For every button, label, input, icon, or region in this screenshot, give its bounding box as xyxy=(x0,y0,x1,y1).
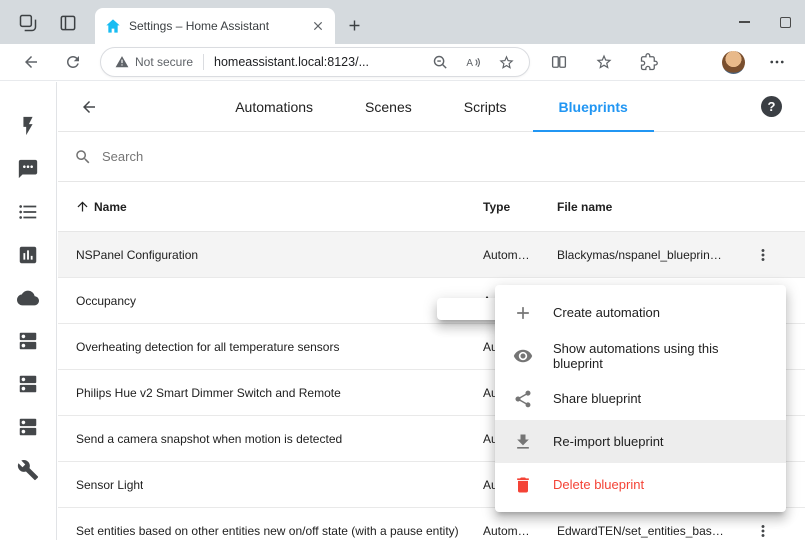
menu-item-delete-blueprint[interactable]: Delete blueprint xyxy=(495,463,786,506)
sidebar-server-icon-3[interactable] xyxy=(17,416,39,438)
sidebar-server-icon-1[interactable] xyxy=(17,330,39,352)
sidebar-list-icon[interactable] xyxy=(17,201,39,223)
browser-window: Settings – Home Assistant Not secure ho xyxy=(0,0,805,540)
sidebar-chat-icon[interactable] xyxy=(17,158,39,180)
sidebar-energy-icon[interactable] xyxy=(17,115,39,137)
row-file: Blackymas/nspanel_blueprin… xyxy=(557,248,722,262)
tab-close-icon[interactable] xyxy=(311,19,325,33)
browser-toolbar: Not secure homeassistant.local:8123/... … xyxy=(0,44,805,81)
sidebar-server-icon-2[interactable] xyxy=(17,373,39,395)
row-name: Send a camera snapshot when motion is de… xyxy=(76,432,342,446)
menu-item-show-automations[interactable]: Show automations using this blueprint xyxy=(495,334,786,377)
row-name: Sensor Light xyxy=(76,478,143,492)
security-label[interactable]: Not secure xyxy=(135,55,193,69)
svg-text:A: A xyxy=(466,58,473,69)
not-secure-warning-icon xyxy=(115,55,129,69)
url-text[interactable]: homeassistant.local:8123/... xyxy=(214,55,416,69)
column-header-type[interactable]: Type xyxy=(483,200,510,214)
address-divider xyxy=(203,54,204,70)
row-type: Autom… xyxy=(483,248,530,262)
tab-blueprints[interactable]: Blueprints xyxy=(533,82,654,132)
row-name: Occupancy xyxy=(76,294,136,308)
table-row[interactable]: Set entities based on other entities new… xyxy=(58,508,805,540)
tab-actions-icon[interactable] xyxy=(58,13,78,33)
download-icon xyxy=(513,432,533,452)
tab-automations[interactable]: Automations xyxy=(209,82,339,132)
menu-item-label: Show automations using this blueprint xyxy=(553,341,768,371)
menu-item-share-blueprint[interactable]: Share blueprint xyxy=(495,377,786,420)
window-controls xyxy=(739,0,791,44)
sidebar-history-chart-icon[interactable] xyxy=(17,244,39,266)
menu-item-reimport-blueprint[interactable]: Re-import blueprint xyxy=(495,420,786,463)
row-name: Overheating detection for all temperatur… xyxy=(76,340,339,354)
eye-icon xyxy=(513,346,533,366)
row-overflow-menu-icon[interactable] xyxy=(754,246,772,264)
address-bar[interactable]: Not secure homeassistant.local:8123/... … xyxy=(100,47,530,77)
refresh-icon[interactable] xyxy=(64,53,82,71)
trash-icon xyxy=(513,475,533,495)
blueprint-context-menu: Create automation Show automations using… xyxy=(495,285,786,512)
browser-tab[interactable]: Settings – Home Assistant xyxy=(95,8,335,44)
sidebar-cloud-icon[interactable] xyxy=(17,287,39,309)
favorite-star-icon[interactable] xyxy=(498,54,515,71)
home-assistant-favicon xyxy=(105,18,121,34)
search-bar[interactable]: Search xyxy=(58,132,805,182)
tab-scripts[interactable]: Scripts xyxy=(438,82,533,132)
extensions-puzzle-icon[interactable] xyxy=(640,53,658,71)
help-icon[interactable]: ? xyxy=(761,96,782,117)
maximize-button[interactable] xyxy=(780,17,791,28)
tab-scenes[interactable]: Scenes xyxy=(339,82,438,132)
new-tab-button[interactable] xyxy=(346,17,363,34)
row-name: NSPanel Configuration xyxy=(76,248,198,262)
blueprints-page: Automations Scenes Scripts Blueprints ? … xyxy=(58,82,805,540)
browser-titlebar: Settings – Home Assistant xyxy=(0,0,805,44)
row-type: Autom… xyxy=(483,524,530,538)
page-back-icon[interactable] xyxy=(80,98,98,116)
sort-ascending-icon[interactable] xyxy=(75,199,90,214)
table-header: Name Type File name xyxy=(58,182,805,232)
favorites-hub-icon[interactable] xyxy=(595,53,613,71)
row-name: Set entities based on other entities new… xyxy=(76,524,459,538)
menu-item-label: Re-import blueprint xyxy=(553,434,664,449)
row-overflow-menu-icon[interactable] xyxy=(754,522,772,540)
zoom-icon[interactable] xyxy=(432,54,449,71)
tab-title: Settings – Home Assistant xyxy=(129,19,303,33)
minimize-button[interactable] xyxy=(739,21,750,23)
column-header-file[interactable]: File name xyxy=(557,200,612,214)
row-name: Philips Hue v2 Smart Dimmer Switch and R… xyxy=(76,386,341,400)
page-header: Automations Scenes Scripts Blueprints ? xyxy=(58,82,805,132)
ha-sidebar xyxy=(0,82,57,540)
menu-item-create-automation[interactable]: Create automation xyxy=(495,291,786,334)
row-file: EdwardTEN/set_entities_bas… xyxy=(557,524,724,538)
home-assistant-app: Automations Scenes Scripts Blueprints ? … xyxy=(0,82,805,540)
table-row[interactable]: NSPanel Configuration Autom… Blackymas/n… xyxy=(58,232,805,278)
split-screen-icon[interactable] xyxy=(550,53,568,71)
menu-item-label: Delete blueprint xyxy=(553,477,644,492)
page-tabs: Automations Scenes Scripts Blueprints xyxy=(209,82,654,132)
workspaces-icon[interactable] xyxy=(18,13,38,33)
sidebar-tools-wrench-icon[interactable] xyxy=(17,459,39,481)
search-icon xyxy=(74,148,92,166)
search-placeholder: Search xyxy=(102,149,143,164)
profile-avatar[interactable] xyxy=(722,51,745,74)
browser-settings-more-icon[interactable] xyxy=(768,53,786,71)
plus-icon xyxy=(513,303,533,323)
back-icon[interactable] xyxy=(22,53,40,71)
column-header-name[interactable]: Name xyxy=(94,200,127,214)
menu-item-label: Share blueprint xyxy=(553,391,641,406)
share-icon xyxy=(513,389,533,409)
read-aloud-icon[interactable]: A xyxy=(465,54,482,71)
menu-item-label: Create automation xyxy=(553,305,660,320)
